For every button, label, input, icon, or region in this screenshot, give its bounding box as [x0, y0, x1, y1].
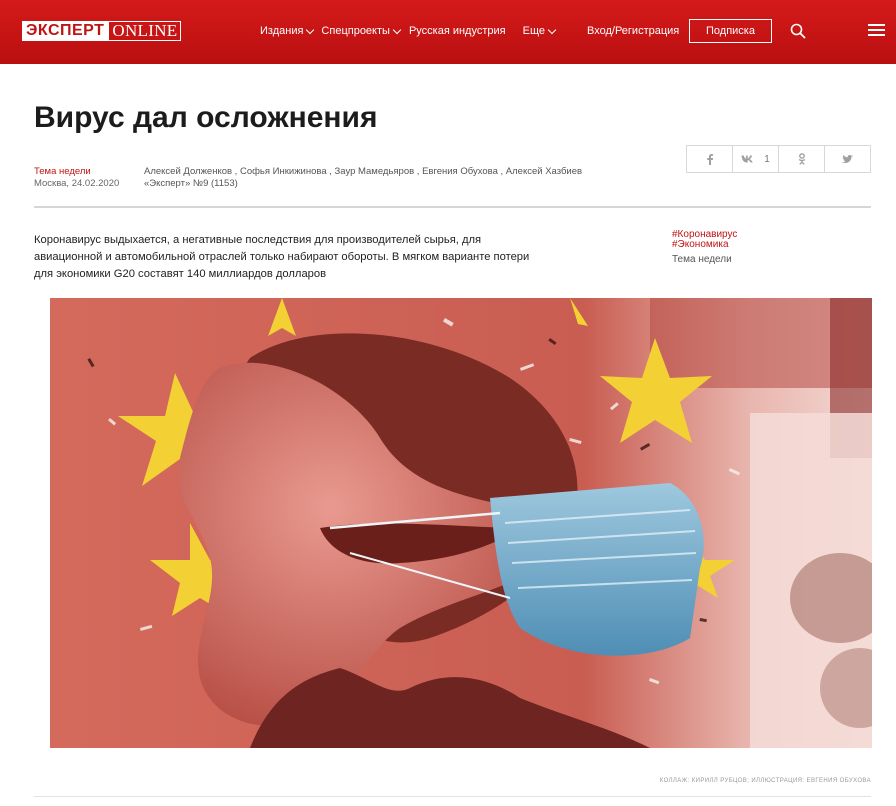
share-twitter-button[interactable] [825, 146, 870, 172]
nav-item-russian-industry[interactable]: Русская индустрия [409, 25, 506, 37]
chevron-down-icon [392, 25, 402, 34]
nav-item-more[interactable]: Еще [522, 25, 557, 37]
vk-share-count: 1 [764, 153, 770, 165]
share-vk-button[interactable]: 1 [733, 146, 779, 172]
side-rubric[interactable]: Тема недели [672, 254, 732, 265]
site-logo[interactable]: ЭКСПЕРТ ONLINE [22, 21, 182, 41]
image-credit: КОЛЛАЖ: КИРИЛЛ РУБЦОВ; ИЛЛЮСТРАЦИЯ: ЕВГЕ… [659, 778, 871, 784]
chevron-down-icon [306, 25, 315, 34]
odnoklassniki-icon [798, 153, 805, 165]
logo-main-text: ЭКСПЕРТ [22, 21, 109, 41]
article-lead: Коронавирус выдыхается, а негативные пос… [34, 234, 530, 280]
nav-item-editions[interactable]: Издания [260, 25, 315, 37]
header-divider [34, 206, 871, 208]
share-odnoklassniki-button[interactable] [779, 146, 825, 172]
menu-icon[interactable] [868, 24, 885, 38]
chevron-down-icon [547, 25, 557, 34]
article-authors[interactable]: Алексей Долженков , Софья Инкижинова , З… [144, 166, 582, 177]
login-link[interactable]: Вход/Регистрация [587, 25, 679, 37]
article-illustration [50, 298, 872, 748]
nav-item-label: Еще [522, 25, 545, 37]
footer-divider [34, 796, 871, 797]
article-issue[interactable]: «Эксперт» №9 (1153) [144, 178, 238, 189]
vk-icon [741, 155, 753, 163]
subscribe-button[interactable]: Подписка [689, 19, 772, 43]
dragon-in-mask-illustration [50, 298, 872, 748]
twitter-icon [842, 154, 853, 163]
nav-item-label: Спецпроекты [321, 25, 390, 37]
share-bar: 1 [686, 145, 871, 173]
nav-item-label: Издания [260, 25, 304, 37]
site-header: ЭКСПЕРТ ONLINE Издания Спецпроекты Русск… [0, 0, 896, 64]
article-title: Вирус дал осложнения [34, 101, 378, 134]
nav-item-special-projects[interactable]: Спецпроекты [321, 25, 402, 37]
article-date: Москва, 24.02.2020 [34, 178, 120, 189]
nav-item-label: Русская индустрия [408, 25, 506, 37]
logo-online-text: ONLINE [108, 21, 182, 41]
article-tags: #Коронавирус #Экономика [672, 230, 737, 250]
facebook-icon [706, 153, 713, 165]
share-facebook-button[interactable] [687, 146, 733, 172]
article-rubric[interactable]: Тема недели [34, 166, 91, 177]
search-icon[interactable] [790, 23, 806, 39]
tag-economy[interactable]: #Экономика [672, 240, 737, 250]
main-nav: Издания Спецпроекты Русская индустрия Ещ… [260, 25, 557, 37]
